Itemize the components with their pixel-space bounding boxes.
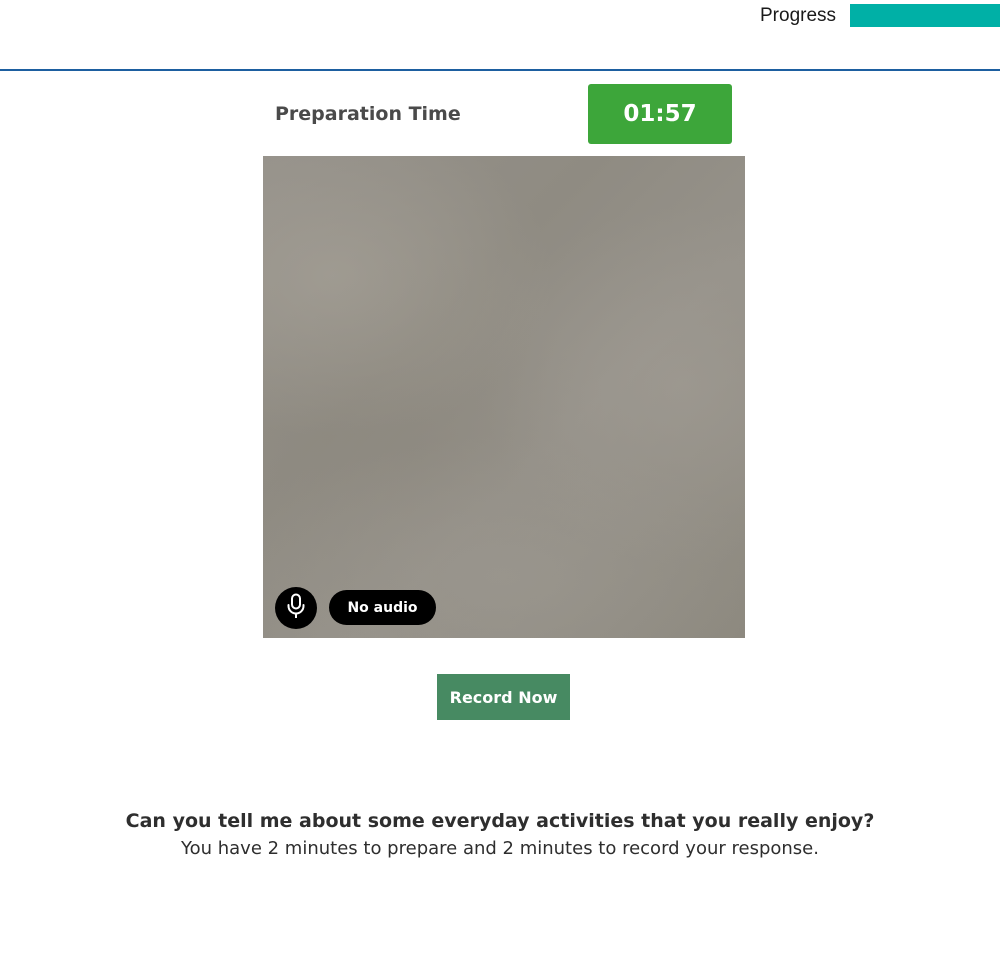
camera-preview: No audio — [263, 156, 745, 638]
microphone-icon — [285, 593, 307, 623]
progress-bar-fill — [850, 4, 1000, 27]
countdown-timer-value: 01:57 — [623, 101, 697, 127]
countdown-timer: 01:57 — [588, 84, 732, 144]
microphone-button[interactable] — [275, 587, 317, 629]
progress-label: Progress — [760, 5, 837, 26]
header-divider — [0, 69, 1000, 71]
preparation-time-label: Preparation Time — [275, 103, 461, 125]
record-now-button[interactable]: Record Now — [437, 674, 570, 720]
header: Progress — [0, 0, 1000, 72]
progress-bar — [850, 4, 1000, 27]
audio-status-text: No audio — [347, 599, 418, 616]
interview-page: Progress Preparation Time 01:57 No audio… — [0, 0, 1000, 978]
question-text: Can you tell me about some everyday acti… — [125, 810, 875, 832]
audio-status-badge: No audio — [329, 590, 436, 625]
instructions-text: You have 2 minutes to prepare and 2 minu… — [181, 838, 819, 859]
